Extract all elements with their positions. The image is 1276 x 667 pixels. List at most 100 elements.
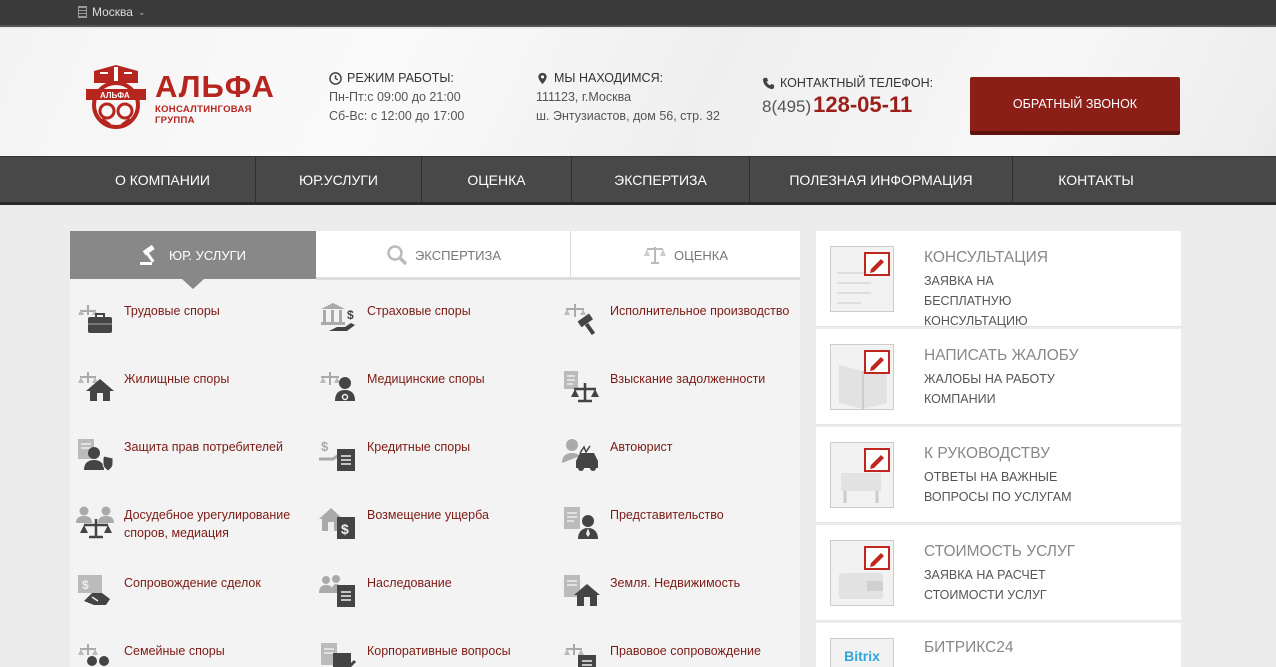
service-auto-lawyer[interactable]: Автоюрист: [562, 437, 673, 471]
top-bar: Москва ⌄: [0, 0, 1276, 27]
brand-subtitle: КОНСАЛТИНГОВАЯ ГРУППА: [155, 104, 252, 126]
card-desc: ОТВЕТЫ НА ВАЖНЫЕ ВОПРОСЫ ПО УСЛУГАМ: [924, 470, 1072, 504]
edit-form-icon: [837, 252, 890, 304]
tab-label: ЭКСПЕРТИЗА: [414, 247, 502, 263]
nav-item-legal-services[interactable]: ЮР.УСЛУГИ: [256, 157, 422, 203]
service-label: Наследование: [367, 576, 452, 590]
hours-weekdays: Пн-Пт:с 09:00 до 21:00: [329, 90, 461, 104]
address-line2: ш. Энтузиастов, дом 56, стр. 32: [536, 109, 720, 123]
tab-expertise[interactable]: ЭКСПЕРТИЗА: [316, 231, 571, 279]
phone-number-link[interactable]: 8(495) 128-05-11: [762, 94, 933, 117]
service-label: Автоюрист: [610, 440, 673, 454]
service-tabs: ЮР. УСЛУГИ ЭКСПЕРТИЗА ОЦЕНКА: [70, 231, 800, 289]
sidebar-card-consultation[interactable]: КОНСУЛЬТАЦИЯ ЗАЯВКА НА БЕСПЛАТНУЮ КОНСУЛ…: [816, 231, 1181, 328]
service-label: Трудовые споры: [124, 304, 220, 318]
service-land-real-estate[interactable]: Земля. Недвижимость: [562, 573, 740, 607]
phone-prefix: 8(495): [762, 97, 812, 116]
nav-item-about[interactable]: О КОМПАНИИ: [70, 157, 256, 203]
scales-icon: [643, 247, 666, 264]
pricing-thumb: [830, 540, 894, 606]
complaint-thumb: [830, 344, 894, 410]
callback-button[interactable]: ОБРАТНЫЙ ЗВОНОК: [970, 77, 1180, 135]
sidebar-card-complaint[interactable]: НАПИСАТЬ ЖАЛОБУ ЖАЛОБЫ НА РАБОТУ КОМПАНИ…: [816, 329, 1181, 425]
service-labor-disputes[interactable]: Трудовые споры: [76, 301, 220, 335]
logo[interactable]: АЛЬФА АЛЬФА КОНСАЛТИНГОВАЯ ГРУППА: [80, 61, 290, 133]
bitrix-logo: Bitrix: [830, 638, 894, 667]
service-credit-disputes[interactable]: $ Кредитные споры: [319, 437, 470, 471]
address-line1: 111123, г.Москва: [536, 90, 632, 104]
service-insurance-disputes[interactable]: $ Страховые споры: [319, 301, 471, 335]
people-scales-icon: [76, 506, 114, 539]
service-label: Представительство: [610, 508, 724, 522]
management-thumb: [830, 442, 894, 508]
contact-phone: КОНТАКТНЫЙ ТЕЛЕФОН: 8(495) 128-05-11: [762, 74, 933, 116]
gavel-scales-icon: [564, 304, 596, 335]
service-damage-compensation[interactable]: $ Возмещение ущерба: [319, 505, 489, 539]
svg-text:$: $: [341, 521, 349, 537]
service-enforcement-proceedings[interactable]: Исполнительное производство: [562, 301, 789, 335]
service-mediation[interactable]: Досудебное урегулирование споров, медиац…: [76, 505, 294, 542]
phone-title: КОНТАКТНЫЙ ТЕЛЕФОН:: [780, 76, 934, 90]
service-housing-disputes[interactable]: Жилищные споры: [76, 369, 229, 403]
family-document-icon: [319, 575, 355, 607]
document-scales-icon: [564, 371, 599, 403]
nav-item-contacts[interactable]: КОНТАКТЫ: [1013, 157, 1179, 203]
nav-item-expertise[interactable]: ЭКСПЕРТИЗА: [572, 157, 750, 203]
service-label: Страховые споры: [367, 304, 471, 318]
card-title: К РУКОВОДСТВУ: [924, 445, 1050, 462]
briefcase-scales-icon: [78, 305, 112, 333]
consultation-thumb: [830, 246, 894, 312]
document-house-icon: [564, 575, 600, 606]
sidebar: КОНСУЛЬТАЦИЯ ЗАЯВКА НА БЕСПЛАТНУЮ КОНСУЛ…: [816, 231, 1181, 667]
card-desc: ЖАЛОБЫ НА РАБОТУ КОМПАНИИ: [924, 372, 1055, 406]
document-check-icon: [321, 643, 357, 667]
service-label: Корпоративные вопросы: [367, 644, 511, 658]
nav-item-useful-info[interactable]: ПОЛЕЗНАЯ ИНФОРМАЦИЯ: [750, 157, 1013, 203]
svg-text:$: $: [82, 578, 89, 592]
svg-text:$: $: [321, 439, 329, 454]
tab-legal-services[interactable]: ЮР. УСЛУГИ: [70, 231, 316, 289]
service-inheritance[interactable]: Наследование: [319, 573, 452, 607]
sidebar-card-bitrix24[interactable]: Bitrix БИТРИКС24: [816, 623, 1181, 667]
service-representation[interactable]: Представительство: [562, 505, 724, 539]
service-consumer-rights[interactable]: Защита прав потребителей: [76, 437, 283, 471]
tab-label: ОЦЕНКА: [673, 247, 729, 263]
card-title: БИТРИКС24: [924, 639, 1014, 656]
service-corporate-issues[interactable]: Корпоративные вопросы: [319, 641, 511, 667]
service-debt-collection[interactable]: Взыскание задолженности: [562, 369, 765, 403]
service-legal-support[interactable]: Правовое сопровождение: [562, 641, 761, 667]
service-family-disputes[interactable]: Семейные споры: [76, 641, 225, 667]
address-title: МЫ НАХОДИМСЯ:: [554, 71, 664, 85]
svg-text:$: $: [347, 308, 354, 322]
site-header: АЛЬФА АЛЬФА КОНСАЛТИНГОВАЯ ГРУППА РЕЖИМ …: [0, 29, 1276, 156]
service-label: Сопровождение сделок: [124, 576, 261, 590]
scales-document-icon: [564, 644, 596, 667]
money-document-icon: $: [319, 439, 355, 471]
hours-weekend: Сб-Вс: с 12:00 до 17:00: [329, 109, 465, 123]
sidebar-card-pricing[interactable]: СТОИМОСТЬ УСЛУГ ЗАЯВКА НА РАСЧЕТ СТОИМОС…: [816, 525, 1181, 621]
service-deal-support[interactable]: $ Сопровождение сделок: [76, 573, 261, 607]
service-medical-disputes[interactable]: Медицинские споры: [319, 369, 485, 403]
work-hours: РЕЖИМ РАБОТЫ: Пн-Пт:с 09:00 до 21:00 Сб-…: [329, 69, 464, 126]
card-desc: ЗАЯВКА НА БЕСПЛАТНУЮ КОНСУЛЬТАЦИЮ: [924, 274, 1028, 328]
map-pin-icon: [538, 72, 547, 85]
card-title: СТОИМОСТЬ УСЛУГ: [924, 543, 1076, 560]
service-label: Правовое сопровождение: [610, 644, 761, 658]
brand-name: АЛЬФА: [155, 69, 275, 104]
sidebar-card-management[interactable]: К РУКОВОДСТВУ ОТВЕТЫ НА ВАЖНЫЕ ВОПРОСЫ П…: [816, 427, 1181, 523]
service-label: Медицинские споры: [367, 372, 485, 386]
businessman-document-icon: [564, 507, 598, 539]
nav-item-valuation[interactable]: ОЦЕНКА: [422, 157, 572, 203]
house-scales-icon: [78, 372, 114, 401]
clock-icon: [329, 72, 342, 85]
card-desc: ЗАЯВКА НА РАСЧЕТ СТОИМОСТИ УСЛУГ: [924, 568, 1047, 602]
chevron-down-icon: ⌄: [137, 6, 146, 17]
bank-hand-icon: $: [321, 303, 355, 331]
city-selector[interactable]: Москва ⌄: [78, 5, 146, 19]
hours-title: РЕЖИМ РАБОТЫ:: [347, 71, 454, 85]
service-label: Исполнительное производство: [610, 304, 790, 318]
tab-label: ЮР. УСЛУГИ: [169, 247, 246, 263]
tab-valuation[interactable]: ОЦЕНКА: [571, 231, 800, 279]
edit-wallet-icon: [839, 546, 890, 599]
service-label: Земля. Недвижимость: [610, 576, 741, 590]
